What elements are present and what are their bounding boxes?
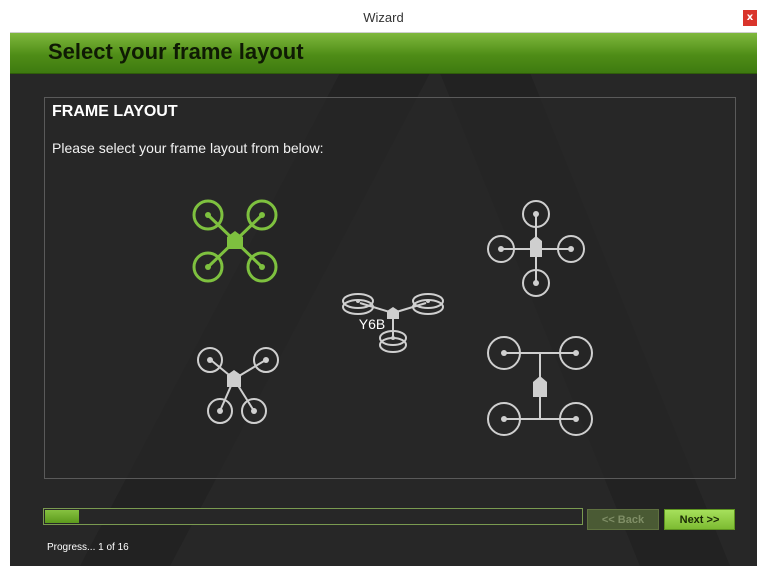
wizard-body: Select your frame layout FRAME LAYOUT Pl… [10, 33, 757, 566]
next-button[interactable]: Next >> [664, 509, 735, 530]
frame-option-v[interactable] [192, 343, 280, 427]
panel-title: FRAME LAYOUT [52, 103, 178, 120]
quad-h-icon [487, 336, 593, 436]
panel-description: Please select your frame layout from bel… [52, 140, 324, 156]
frame-option-plus[interactable] [484, 197, 588, 299]
progress-text: Progress... 1 of 16 [47, 542, 129, 553]
frame-option-h[interactable] [484, 331, 596, 443]
frame-option-x[interactable] [188, 197, 282, 287]
close-button[interactable]: x [743, 10, 757, 26]
page-title: Select your frame layout [48, 39, 304, 64]
back-button[interactable]: << Back [587, 509, 659, 530]
quad-x-icon [192, 199, 278, 283]
header-bar: Select your frame layout [10, 33, 757, 74]
quad-plus-icon [487, 200, 585, 297]
quad-v-icon [197, 347, 279, 424]
progress-bar-fill [45, 510, 79, 523]
window-title: Wizard [363, 10, 404, 25]
frame-y6b-label: Y6B [358, 316, 386, 332]
wizard-window: Wizard x Select your frame layout FRAME … [0, 0, 757, 566]
title-bar: Wizard x [10, 4, 757, 33]
progress-bar [43, 508, 583, 525]
